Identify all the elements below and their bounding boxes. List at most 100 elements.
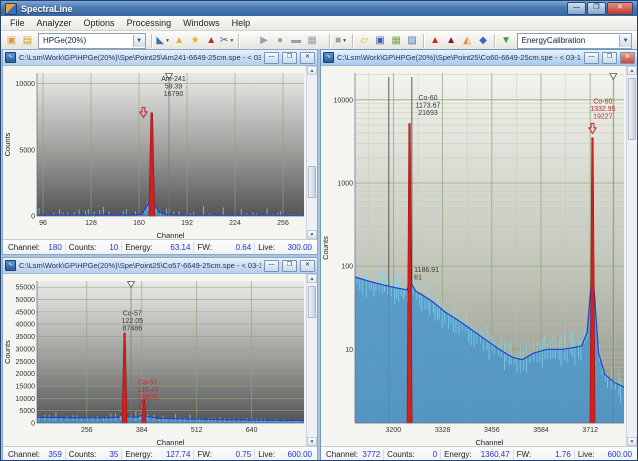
svg-text:35000: 35000 (16, 334, 36, 341)
menu-windows[interactable]: Windows (177, 18, 226, 28)
save-spectrum-icon[interactable]: ▣ (373, 33, 388, 49)
maximize-button[interactable]: ❐ (587, 2, 606, 15)
app-title: SpectraLine (21, 4, 563, 14)
spectrum-chart-co57[interactable]: Co-57122.0587486Co-57136.431082525638451… (3, 274, 307, 446)
close-button[interactable]: ✕ (300, 52, 315, 64)
svg-text:Channel: Channel (476, 438, 504, 446)
nuclide-peak-blue-icon[interactable]: ◆ (476, 33, 491, 49)
scroll-down-icon[interactable]: ▼ (307, 437, 317, 446)
scrollbar-thumb[interactable] (308, 166, 316, 198)
window-co60-titlebar[interactable]: ∿ C:\Lsm\Work\GP\HPGe(20%)\Spe\Point25\C… (321, 50, 637, 66)
svg-text:Counts: Counts (321, 236, 330, 260)
menu-processing[interactable]: Processing (121, 18, 178, 28)
maximize-button[interactable]: ❐ (282, 260, 297, 272)
svg-text:0: 0 (31, 214, 35, 221)
nuclide-peak-red-icon[interactable]: ▲ (428, 33, 443, 49)
svg-text:1186.91: 1186.91 (414, 267, 439, 274)
nuclide-peak-half-icon[interactable]: ◭ (460, 33, 475, 49)
spectrum-table-icon[interactable]: ▤ (20, 33, 35, 49)
svg-text:59.39: 59.39 (165, 83, 183, 90)
window-am241-title: C:\Lsm\Work\GP\HPGe(20%)\Spe\Point25\Am2… (19, 53, 261, 62)
svg-text:1173.67: 1173.67 (416, 102, 441, 109)
svg-text:Channel: Channel (157, 231, 185, 239)
cut-roi-icon[interactable]: ✂▼ (220, 33, 235, 49)
spectrum-chart-am241[interactable]: Am-24159.3916790961281601922242560500010… (3, 66, 307, 239)
peak-star-icon[interactable]: ★ (188, 33, 203, 49)
scroll-down-icon[interactable]: ▼ (627, 437, 637, 446)
svg-text:192: 192 (181, 220, 193, 227)
svg-text:96: 96 (39, 220, 47, 227)
svg-text:Channel: Channel (157, 438, 185, 446)
scrollbar-thumb[interactable] (308, 286, 316, 318)
minimize-button[interactable]: — (264, 260, 279, 272)
channel-value: 180 (48, 243, 61, 252)
close-button[interactable]: ✕ (607, 2, 633, 15)
window-am241-titlebar[interactable]: ∿ C:\Lsm\Work\GP\HPGe(20%)\Spe\Point25\A… (3, 50, 317, 66)
stop-acquisition-icon[interactable]: ▦ (305, 33, 320, 49)
scrollbar-thumb[interactable] (628, 78, 636, 140)
export-image-icon[interactable]: ▨ (405, 33, 420, 49)
svg-text:30000: 30000 (16, 346, 36, 353)
vertical-scrollbar[interactable]: ▲ ▼ (626, 66, 637, 446)
calibration-combo[interactable]: EnergyCalibration ▼ (517, 33, 632, 49)
svg-text:136.43: 136.43 (137, 387, 159, 394)
maximize-button[interactable]: ❐ (602, 52, 617, 64)
window-co57[interactable]: ∿ C:\Lsm\Work\GP\HPGe(20%)\Spe\Point25\C… (2, 257, 318, 461)
channel-value: 359 (48, 450, 61, 459)
svg-text:10000: 10000 (16, 396, 36, 403)
app-titlebar[interactable]: SpectraLine — ❐ ✕ (1, 1, 637, 16)
efficiency-icon[interactable]: ▼ (499, 33, 514, 49)
counts-value: 35 (109, 450, 118, 459)
svg-text:Co-60: Co-60 (418, 95, 437, 102)
svg-text:Co-60: Co-60 (593, 99, 612, 106)
maximize-button[interactable]: ❐ (282, 52, 297, 64)
nuclide-peak-dark-icon[interactable]: ▲ (444, 33, 459, 49)
peaks-yellow-icon[interactable]: ▲ (172, 33, 187, 49)
fw-value: 0.75 (236, 450, 252, 459)
spectrum-chart-co60[interactable]: Co-601173.6721693Co-601332.95192271186.9… (321, 66, 627, 446)
live-value: 600.00 (608, 450, 632, 459)
svg-text:Co-57: Co-57 (138, 380, 157, 387)
pause-acquisition-icon[interactable]: ▬ (289, 33, 304, 49)
scroll-up-icon[interactable]: ▲ (307, 66, 317, 75)
connect-detector-icon[interactable]: ▣ (4, 33, 19, 49)
record-acquisition-icon[interactable]: ● (273, 33, 288, 49)
window-co57-titlebar[interactable]: ∿ C:\Lsm\Work\GP\HPGe(20%)\Spe\Point25\C… (3, 258, 317, 274)
scroll-down-icon[interactable]: ▼ (307, 230, 317, 239)
close-button[interactable]: ✕ (620, 52, 635, 64)
minimize-button[interactable]: — (584, 52, 599, 64)
counts-value: 10 (109, 243, 118, 252)
menu-help[interactable]: Help (226, 18, 257, 28)
window-am241[interactable]: ∿ C:\Lsm\Work\GP\HPGe(20%)\Spe\Point25\A… (2, 49, 318, 255)
svg-text:5000: 5000 (19, 408, 35, 415)
peak-marker-icon[interactable]: ▲ (204, 33, 219, 49)
minimize-button[interactable]: — (567, 2, 586, 15)
close-button[interactable]: ✕ (300, 260, 315, 272)
svg-text:21693: 21693 (418, 110, 438, 117)
display-mode-icon[interactable]: ■▼ (334, 33, 349, 49)
peak-search-icon[interactable]: ◣▼ (156, 33, 171, 49)
menu-file[interactable]: File (4, 18, 31, 28)
menu-options[interactable]: Options (78, 18, 121, 28)
minimize-button[interactable]: — (264, 52, 279, 64)
svg-text:256: 256 (277, 220, 289, 227)
svg-text:15000: 15000 (16, 383, 36, 390)
copy-image-icon[interactable]: ▦ (389, 33, 404, 49)
vertical-scrollbar[interactable]: ▲ ▼ (306, 274, 317, 446)
start-acquisition-icon[interactable]: ▶ (257, 33, 272, 49)
scroll-up-icon[interactable]: ▲ (307, 274, 317, 283)
combo-arrow-icon[interactable]: ▼ (133, 35, 145, 47)
scroll-up-icon[interactable]: ▲ (627, 66, 637, 75)
window-co60[interactable]: ∿ C:\Lsm\Work\GP\HPGe(20%)\Spe\Point25\C… (320, 49, 638, 461)
fw-value: 0.64 (236, 243, 252, 252)
open-spectrum-icon[interactable]: ▱ (357, 33, 372, 49)
menu-analyzer[interactable]: Analyzer (31, 18, 78, 28)
svg-text:1332.95: 1332.95 (590, 106, 615, 113)
counts-value: 0 (433, 450, 437, 459)
combo-arrow-icon[interactable]: ▼ (619, 35, 631, 47)
svg-text:Co-57: Co-57 (123, 311, 142, 318)
spectraline-window: SpectraLine — ❐ ✕ File Analyzer Options … (0, 0, 638, 461)
energy-value: 127.74 (166, 450, 190, 459)
vertical-scrollbar[interactable]: ▲ ▼ (306, 66, 317, 239)
detector-combo[interactable]: HPGe(20%) ▼ (38, 33, 146, 49)
